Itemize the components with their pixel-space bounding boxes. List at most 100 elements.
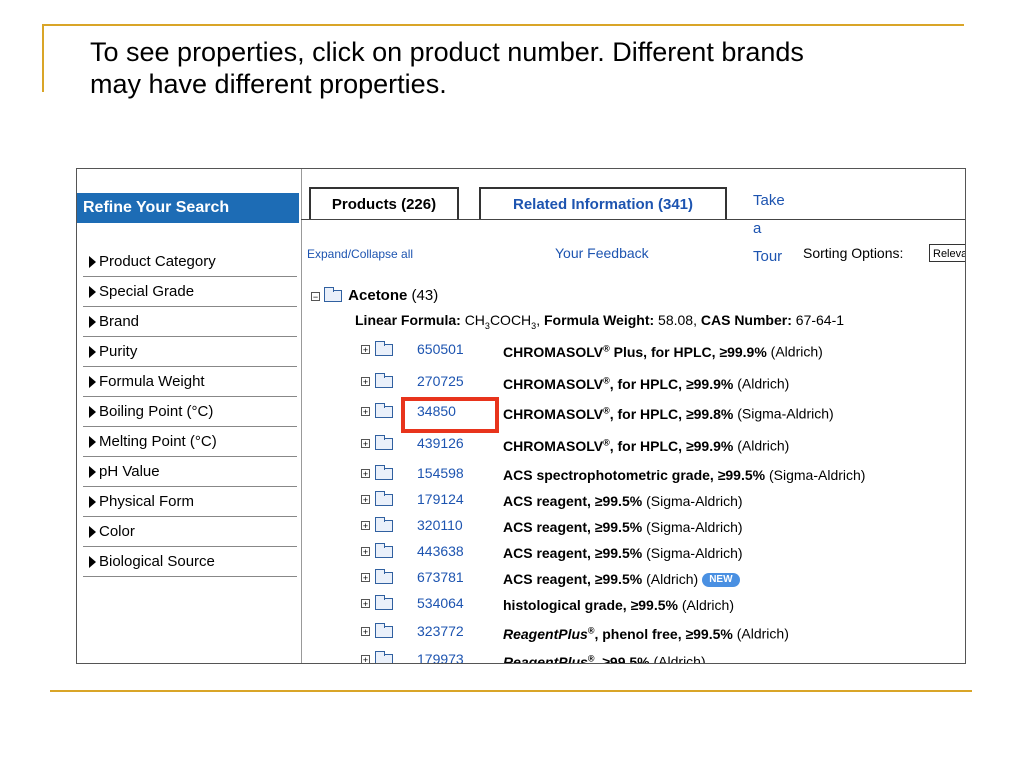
product-brand: (Sigma-Aldrich) xyxy=(737,405,834,422)
expand-icon[interactable]: + xyxy=(361,469,370,479)
triangle-right-icon xyxy=(89,286,96,298)
registered-mark: ® xyxy=(603,405,610,415)
triangle-right-icon xyxy=(89,466,96,478)
product-description: CHROMASOLV® Plus, for HPLC, ≥99.9% (Aldr… xyxy=(503,343,823,360)
cas-number-value: 67-64-1 xyxy=(795,312,845,328)
product-description: ACS reagent, ≥99.5% (Sigma-Aldrich) xyxy=(503,493,743,509)
slide-instruction-text: To see properties, click on product numb… xyxy=(90,36,1010,100)
registered-mark: ® xyxy=(603,437,610,447)
product-brand: (Aldrich) xyxy=(737,375,790,392)
product-brand: (Aldrich) xyxy=(737,437,790,454)
tab-related-information[interactable]: Related Information (341) xyxy=(479,187,727,219)
product-number-link[interactable]: 270725 xyxy=(417,373,464,389)
product-number-link[interactable]: 650501 xyxy=(417,341,464,357)
product-description: ReagentPlus®, ≥99.5% (Aldrich) xyxy=(503,653,706,664)
refine-item-label: Special Grade xyxy=(99,283,195,300)
product-description: ReagentPlus®, phenol free, ≥99.5% (Aldri… xyxy=(503,625,789,642)
cas-number-label: CAS Number: xyxy=(700,312,792,328)
product-name: ACS reagent, ≥99.5% xyxy=(503,571,643,587)
product-description: ACS reagent, ≥99.5% (Sigma-Aldrich) xyxy=(503,545,743,561)
refine-sidebar: Refine Your Search Product Category Speci… xyxy=(77,169,302,663)
refine-item[interactable]: Color xyxy=(83,517,297,547)
product-number-link[interactable]: 443638 xyxy=(417,543,464,559)
folder-icon xyxy=(375,651,393,663)
triangle-right-icon xyxy=(89,556,96,568)
product-brand: (Aldrich) xyxy=(646,571,699,587)
product-spec: Plus, for HPLC, ≥99.9% xyxy=(609,343,767,360)
product-number-link[interactable]: 534064 xyxy=(417,595,464,611)
expand-icon[interactable]: + xyxy=(361,599,370,609)
refine-item-label: pH Value xyxy=(99,463,160,480)
expand-icon[interactable]: + xyxy=(361,627,370,637)
product-name: ACS spectrophotometric grade, ≥99.5% xyxy=(503,467,766,483)
registered-mark: ® xyxy=(603,375,610,385)
slide-line-1: To see properties, click on product numb… xyxy=(90,37,804,67)
expand-icon[interactable]: + xyxy=(361,345,370,355)
feedback-link[interactable]: Your Feedback xyxy=(555,245,649,261)
refine-item[interactable]: Formula Weight xyxy=(83,367,297,397)
product-brand: (Sigma-Aldrich) xyxy=(768,467,866,483)
refine-item[interactable]: Special Grade xyxy=(83,277,297,307)
product-name: CHROMASOLV xyxy=(503,375,604,392)
product-brand: (Sigma-Aldrich) xyxy=(646,545,743,561)
product-number-link[interactable]: 439126 xyxy=(417,435,464,451)
folder-icon xyxy=(375,341,393,356)
product-number-link[interactable]: 179124 xyxy=(417,491,464,507)
product-spec: , phenol free, ≥99.5% xyxy=(594,625,733,642)
refine-item[interactable]: Purity xyxy=(83,337,297,367)
expand-icon[interactable]: + xyxy=(361,377,370,387)
refine-item[interactable]: Product Category xyxy=(83,247,297,277)
product-number-link[interactable]: 320110 xyxy=(417,517,463,533)
refine-item[interactable]: Brand xyxy=(83,307,297,337)
expand-icon[interactable]: + xyxy=(361,495,370,505)
group-header-acetone: − Acetone (43) xyxy=(311,287,438,304)
refine-item[interactable]: Physical Form xyxy=(83,487,297,517)
product-row: +439126 CHROMASOLV®, for HPLC, ≥99.9% (Al… xyxy=(361,433,961,457)
folder-icon xyxy=(375,543,393,558)
refine-item[interactable]: Melting Point (°C) xyxy=(83,427,297,457)
product-description: CHROMASOLV®, for HPLC, ≥99.9% (Aldrich) xyxy=(503,437,789,454)
refine-item[interactable]: pH Value xyxy=(83,457,297,487)
product-browser-screenshot: Refine Your Search Product Category Speci… xyxy=(76,168,966,664)
folder-icon xyxy=(375,569,393,584)
formula-weight-value: 58.08 xyxy=(658,312,694,328)
product-row: +270725 CHROMASOLV®, for HPLC, ≥99.9% (Al… xyxy=(361,371,961,395)
product-name: CHROMASOLV xyxy=(503,405,604,422)
product-description: ACS spectrophotometric grade, ≥99.5% (Si… xyxy=(503,467,865,483)
product-row: +534064 histological grade, ≥99.5% (Aldri… xyxy=(361,593,961,617)
expand-icon[interactable]: + xyxy=(361,521,370,531)
product-spec: , ≥99.5% xyxy=(594,653,650,664)
refine-item[interactable]: Boiling Point (°C) xyxy=(83,397,297,427)
product-row: +443638 ACS reagent, ≥99.5% (Sigma-Aldric… xyxy=(361,541,961,565)
product-brand: (Aldrich) xyxy=(736,625,789,642)
product-number-link[interactable]: 154598 xyxy=(417,465,464,481)
product-row: +179973 ReagentPlus®, ≥99.5% (Aldrich) xyxy=(361,649,961,664)
refine-item[interactable]: Biological Source xyxy=(83,547,297,577)
product-number-link[interactable]: 673781 xyxy=(417,569,464,585)
product-name: ACS reagent, ≥99.5% xyxy=(503,519,643,535)
folder-icon xyxy=(375,595,393,610)
refine-item-label: Biological Source xyxy=(99,553,215,570)
product-row: +320110 ACS reagent, ≥99.5% (Sigma-Aldric… xyxy=(361,515,961,539)
results-toolbar: Expand/Collapse all Your Feedback Sortin… xyxy=(307,244,965,265)
sorting-options-select[interactable]: Relevance xyxy=(929,244,965,262)
expand-icon[interactable]: + xyxy=(361,547,370,557)
registered-mark: ® xyxy=(603,343,610,353)
product-spec: , for HPLC, ≥99.8% xyxy=(609,405,734,422)
linear-formula-label: Linear Formula: xyxy=(355,312,461,328)
product-number-link[interactable]: 179973 xyxy=(417,651,464,663)
folder-icon xyxy=(375,373,393,388)
expand-icon[interactable]: + xyxy=(361,573,370,583)
collapse-icon[interactable]: − xyxy=(311,291,320,301)
refine-item-label: Melting Point (°C) xyxy=(99,433,217,450)
linear-formula-value: CH3COCH3 xyxy=(465,312,537,331)
expand-icon[interactable]: + xyxy=(361,439,370,449)
expand-collapse-link[interactable]: Expand/Collapse all xyxy=(307,247,413,261)
product-row: +323772 ReagentPlus®, phenol free, ≥99.5%… xyxy=(361,621,961,645)
expand-icon[interactable]: + xyxy=(361,655,370,663)
product-spec: , for HPLC, ≥99.9% xyxy=(609,437,734,454)
expand-icon[interactable]: + xyxy=(361,407,370,417)
tab-products[interactable]: Products (226) xyxy=(309,187,459,219)
refine-item-label: Product Category xyxy=(99,253,216,270)
product-number-link[interactable]: 323772 xyxy=(417,623,464,639)
